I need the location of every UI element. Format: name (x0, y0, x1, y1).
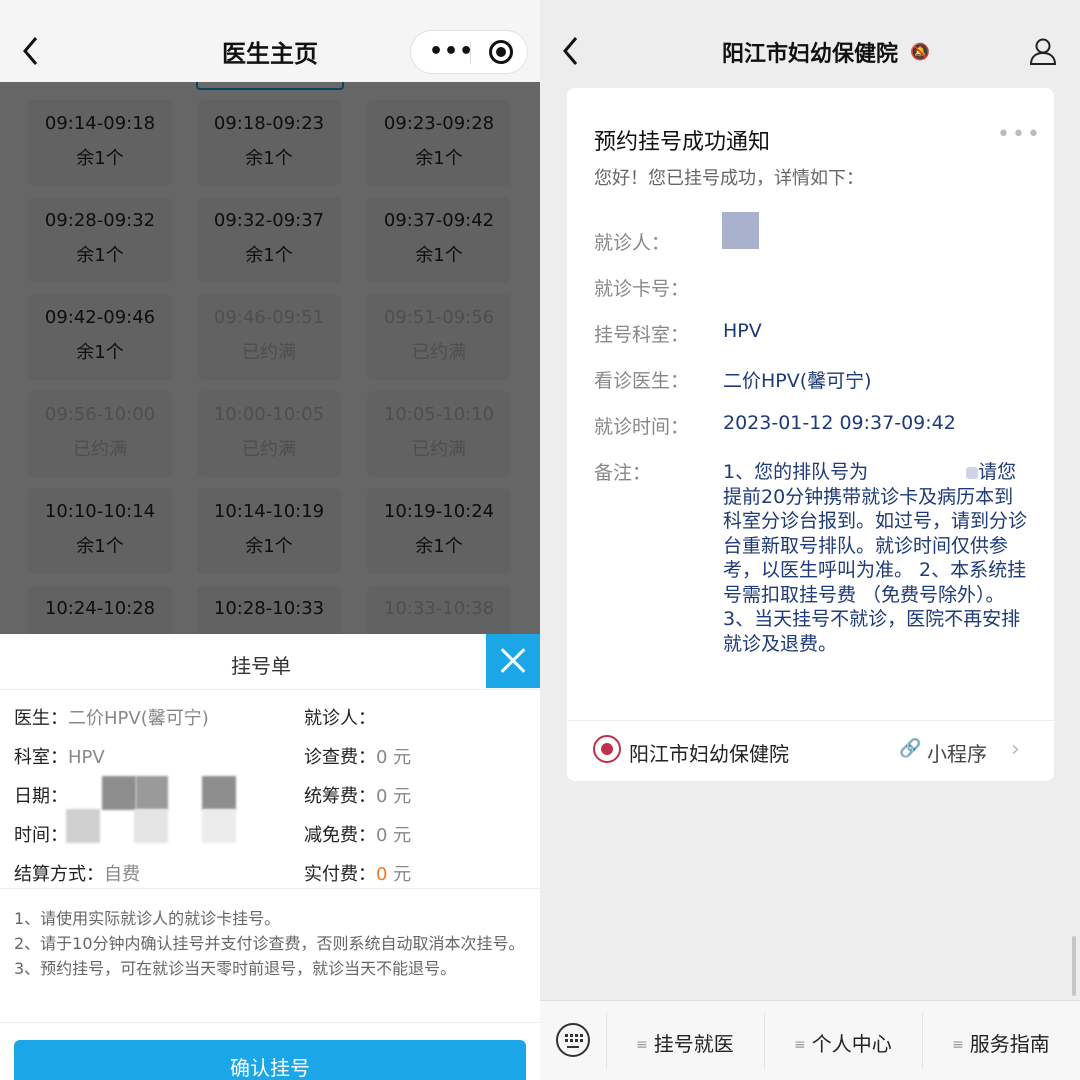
sheet-title: 挂号单 (231, 654, 291, 678)
dept-value: HPV (723, 320, 762, 342)
divider (0, 1022, 540, 1023)
hospital-name: 阳江市妇幼保健院 (629, 742, 789, 766)
dept-label: 挂号科室： (594, 324, 690, 346)
remark-text: 1、您的排队号为 请您提前20分钟携带就诊卡及病历本到科室分诊台报到。如过号，请到… (723, 460, 1027, 656)
pay-method-value: 自费 (104, 864, 140, 885)
user-profile-icon[interactable] (1028, 36, 1058, 66)
divider (0, 689, 540, 690)
note-item: 1、请使用实际就诊人的就诊卡挂号。 (14, 909, 281, 928)
mini-program-link[interactable]: 小程序 (927, 738, 987, 767)
menu-divider (764, 1013, 765, 1069)
date-field: 日期： (14, 782, 68, 808)
actual-fee-amount: 0 (376, 864, 388, 885)
pay-method-label: 结算方式： (14, 864, 104, 885)
visit-time-label: 就诊时间： (594, 416, 690, 438)
muted-bell-icon: 🔕 (910, 42, 930, 61)
registration-sheet: 挂号单 医生：二价HPV(馨可宁) 科室：HPV 日期： 时间： 结算方式：自费… (0, 634, 540, 1080)
chevron-right-icon[interactable]: › (1011, 737, 1020, 762)
card-no-label: 就诊卡号： (594, 278, 690, 300)
left-nav-bar: 医生主页 ••• (0, 0, 540, 82)
date-label: 日期： (14, 786, 68, 807)
doctor-label: 医生： (14, 708, 68, 729)
patient-label: 就诊人： (594, 232, 671, 254)
patient-label: 就诊人： (304, 708, 376, 729)
capsule-divider (470, 42, 471, 64)
pooled-fee-label: 统筹费： (304, 786, 376, 807)
menu-item-personal-center[interactable]: ≡ 个人中心 (794, 1028, 892, 1057)
doctor-value: 二价HPV(馨可宁) (68, 708, 209, 729)
menu-list-icon: ≡ (794, 1037, 806, 1053)
bottom-menu-bar: ≡ 挂号就医 ≡ 个人中心 ≡ 服务指南 (540, 1000, 1080, 1080)
consult-fee-value: 0 元 (376, 747, 412, 768)
divider (567, 720, 1054, 721)
consult-fee-field: 诊查费：0 元 (304, 743, 411, 769)
dept-field: 科室：HPV (14, 743, 105, 769)
link-icon: 🔗 (899, 738, 922, 759)
note-item: 2、请于10分钟内确认挂号并支付诊查费，否则系统自动取消本次挂号。 (14, 934, 525, 953)
redacted-time-1 (66, 809, 100, 843)
card-title: 预约挂号成功通知 (594, 130, 771, 155)
right-nav-bar: 阳江市妇幼保健院 🔕 (540, 0, 1080, 82)
menu-item-registration[interactable]: ≡ 挂号就医 (636, 1028, 734, 1057)
doctor-field: 医生：二价HPV(馨可宁) (14, 704, 209, 730)
menu-list-icon: ≡ (636, 1037, 648, 1053)
discount-fee-field: 减免费：0 元 (304, 821, 411, 847)
registration-notes: 1、请使用实际就诊人的就诊卡挂号。 2、请于10分钟内确认挂号并支付诊查费，否则… (14, 906, 530, 981)
patient-field: 就诊人： (304, 704, 376, 730)
dept-value: HPV (68, 747, 105, 768)
pooled-fee-field: 统筹费：0 元 (304, 782, 411, 808)
hospital-logo (593, 735, 621, 763)
redacted-time-3 (202, 809, 236, 843)
time-label: 时间： (14, 825, 68, 846)
close-target-icon[interactable] (489, 40, 513, 64)
more-icon[interactable]: ••• (429, 39, 474, 64)
mini-program-capsule: ••• (410, 30, 528, 74)
booking-page: 医生主页 ••• 09:14-09:18余1个09:18-09:23余1个09:… (0, 0, 540, 1080)
menu-item-label: 服务指南 (969, 1032, 1050, 1056)
pooled-fee-value: 0 元 (376, 786, 412, 807)
visit-time-value: 2023-01-12 09:37-09:42 (723, 412, 956, 434)
menu-divider (606, 1013, 607, 1069)
scrollbar[interactable] (1072, 936, 1076, 996)
note-item: 3、预约挂号，可在就诊当天零时前退号，就诊当天不能退号。 (14, 959, 457, 978)
close-icon[interactable] (486, 634, 540, 688)
redacted-queue-number (966, 466, 979, 479)
menu-item-label: 个人中心 (811, 1032, 892, 1056)
appointment-notification-card[interactable]: 预约挂号成功通知 ••• 您好！您已挂号成功，详情如下： 就诊人： 就诊卡号： … (567, 88, 1054, 781)
redacted-date-2 (136, 776, 168, 810)
card-more-icon[interactable]: ••• (997, 122, 1042, 147)
discount-fee-value: 0 元 (376, 825, 412, 846)
chat-page: 阳江市妇幼保健院 🔕 预约挂号成功通知 ••• 您好！您已挂号成功，详情如下： … (540, 0, 1080, 1080)
menu-divider (922, 1013, 923, 1069)
menu-item-label: 挂号就医 (653, 1032, 734, 1056)
time-slot-grid: 09:14-09:18余1个09:18-09:23余1个09:23-09:28余… (0, 82, 540, 634)
menu-list-icon: ≡ (952, 1037, 964, 1053)
actual-fee-field: 实付费：0 元 (304, 860, 411, 886)
discount-fee-label: 减免费： (304, 825, 376, 846)
menu-item-service-guide[interactable]: ≡ 服务指南 (952, 1028, 1050, 1057)
redacted-date-3 (202, 776, 236, 810)
divider (0, 888, 540, 889)
modal-overlay[interactable] (0, 82, 540, 634)
dept-label: 科室： (14, 747, 68, 768)
redacted-date-1 (102, 776, 136, 810)
remark-label: 备注： (594, 462, 652, 484)
consult-fee-label: 诊查费： (304, 747, 376, 768)
actual-fee-label: 实付费： (304, 864, 376, 885)
doctor-value: 二价HPV(馨可宁) (723, 370, 872, 392)
card-greeting: 您好！您已挂号成功，详情如下： (594, 168, 864, 189)
redacted-time-2 (134, 809, 168, 843)
remark-text-part: 1、您的排队号为 (723, 461, 869, 483)
confirm-registration-button[interactable]: 确认挂号 (14, 1040, 526, 1080)
keyboard-icon[interactable] (556, 1023, 590, 1057)
remark-text-part: 请您提前20分钟携带就诊卡及病历本到科室分诊台报到。如过号，请到分诊台重新取号排… (723, 461, 1028, 655)
time-field: 时间： (14, 821, 68, 847)
redacted-patient-name (722, 212, 759, 249)
actual-fee-unit: 元 (387, 864, 412, 885)
account-title: 阳江市妇幼保健院 (721, 42, 898, 67)
pay-method-field: 结算方式：自费 (14, 860, 140, 886)
doctor-label: 看诊医生： (594, 370, 690, 392)
